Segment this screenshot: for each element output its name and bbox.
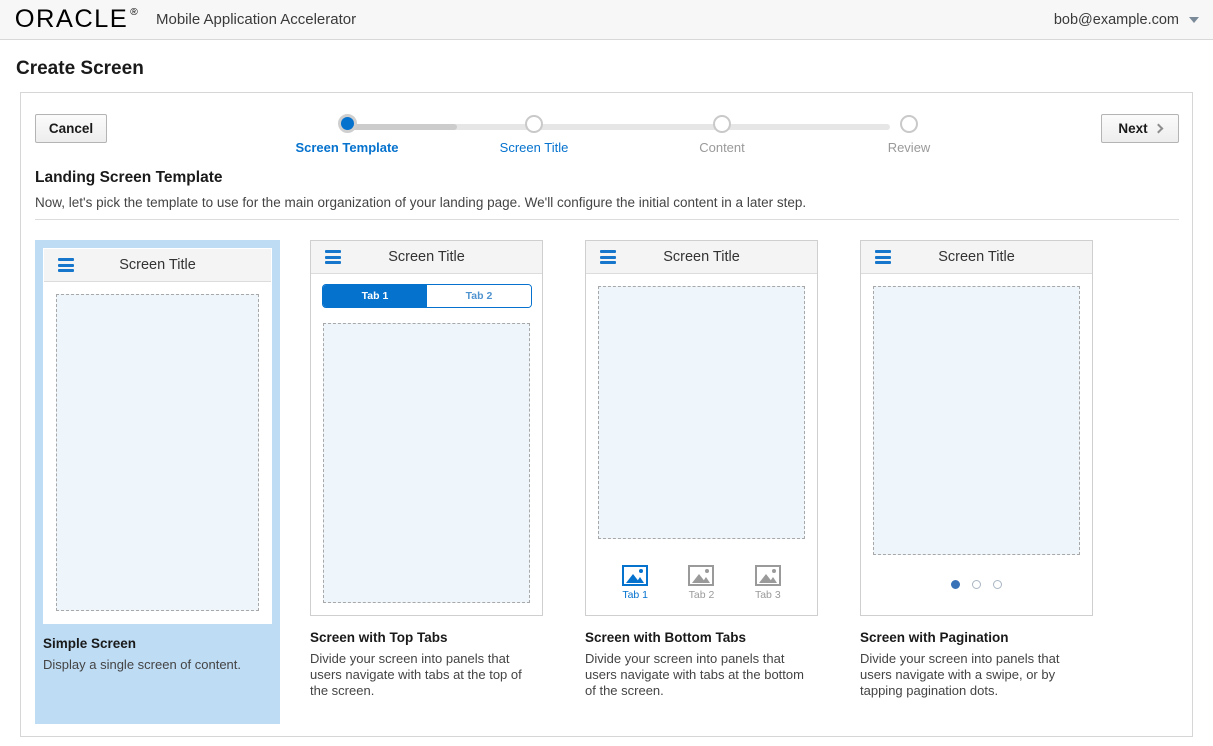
hamburger-icon <box>58 258 74 272</box>
preview-bottom-tab: Tab 2 <box>673 565 729 601</box>
card-description: Divide your screen into panels that user… <box>310 651 522 698</box>
chevron-down-icon[interactable] <box>1189 16 1199 23</box>
step-content: Content <box>662 113 782 155</box>
preview-tab: Tab 2 <box>427 285 531 307</box>
step-dot-icon <box>337 114 357 133</box>
step-label: Content <box>699 140 745 155</box>
card-title: Screen with Bottom Tabs <box>585 630 747 645</box>
card-description: Divide your screen into panels that user… <box>860 651 1060 698</box>
user-menu[interactable]: bob@example.com <box>1054 12 1199 28</box>
preview-tab: Tab 1 <box>323 285 427 307</box>
preview-bottom-tab: Tab 3 <box>740 565 796 601</box>
hamburger-icon <box>600 250 616 264</box>
preview-screen-title: Screen Title <box>938 249 1015 265</box>
template-preview: Screen Title Tab 1 Tab 2 <box>310 240 543 616</box>
template-card-grid: Screen Title Simple Screen Display a sin… <box>35 240 1180 724</box>
preview-screen-title: Screen Title <box>119 257 196 273</box>
template-card-top-tabs[interactable]: Screen Title Tab 1 Tab 2 Screen with Top… <box>310 240 555 724</box>
step-review: Review <box>849 113 969 155</box>
oracle-logo-text: ORACLE <box>14 5 129 33</box>
preview-bottom-tab: Tab 1 <box>607 565 663 601</box>
template-card-simple-screen[interactable]: Screen Title Simple Screen Display a sin… <box>35 240 280 724</box>
preview-top-tab-bar: Tab 1 Tab 2 <box>322 284 532 308</box>
wizard-stepper: Screen Template Screen Title Content Rev… <box>295 113 930 159</box>
hamburger-icon <box>325 250 341 264</box>
step-screen-title[interactable]: Screen Title <box>474 113 594 155</box>
section-divider <box>35 219 1179 220</box>
preview-content-placeholder <box>56 294 259 611</box>
next-button-label: Next <box>1118 121 1148 136</box>
step-label: Screen Title <box>499 140 569 155</box>
top-bar: ORACLE ® Mobile Application Accelerator b… <box>0 0 1213 40</box>
cancel-button[interactable]: Cancel <box>35 114 107 143</box>
step-label: Review <box>887 140 931 155</box>
step-dot-icon <box>900 115 918 133</box>
step-screen-template[interactable]: Screen Template <box>287 113 407 155</box>
preview-header-bar: Screen Title <box>311 241 542 274</box>
template-preview: Screen Title Tab 1 Tab 2 <box>585 240 818 616</box>
preview-header-bar: Screen Title <box>44 249 271 282</box>
template-card-bottom-tabs[interactable]: Screen Title Tab 1 Tab 2 Tab 3 Screen wi… <box>585 240 830 724</box>
template-preview: Screen Title <box>860 240 1093 616</box>
card-title: Screen with Pagination <box>860 630 1009 645</box>
user-email-label: bob@example.com <box>1053 11 1179 28</box>
step-dot-icon <box>713 115 731 133</box>
section-heading: Landing Screen Template <box>35 169 223 186</box>
preview-bottom-tab-label: Tab 2 <box>688 589 715 601</box>
preview-content-placeholder <box>323 323 530 603</box>
registered-mark-icon: ® <box>130 7 140 18</box>
image-icon <box>622 565 649 586</box>
image-icon <box>754 565 781 586</box>
cancel-button-label: Cancel <box>48 121 94 136</box>
step-dot-icon <box>525 115 543 133</box>
pagination-dot <box>972 580 981 589</box>
preview-bottom-tab-label: Tab 3 <box>754 589 781 601</box>
preview-header-bar: Screen Title <box>586 241 817 274</box>
template-preview: Screen Title <box>43 248 272 624</box>
card-description: Divide your screen into panels that user… <box>585 651 804 698</box>
image-icon <box>688 565 715 586</box>
card-description: Display a single screen of content. <box>43 657 241 672</box>
preview-content-placeholder <box>873 286 1080 555</box>
pagination-dot <box>993 580 1002 589</box>
preview-screen-title: Screen Title <box>388 249 465 265</box>
step-label: Screen Template <box>295 140 399 155</box>
card-title: Screen with Top Tabs <box>310 630 448 645</box>
template-card-pagination[interactable]: Screen Title Screen with Pagination Divi… <box>860 240 1105 724</box>
preview-screen-title: Screen Title <box>663 249 740 265</box>
oracle-logo: ORACLE ® <box>15 7 139 32</box>
page-title: Create Screen <box>16 58 144 79</box>
app-name: Mobile Application Accelerator <box>156 11 357 28</box>
card-title: Simple Screen <box>43 636 137 651</box>
create-screen-panel: Cancel Next Screen Template Screen Title… <box>20 92 1193 737</box>
preview-bottom-tab-label: Tab 1 <box>622 589 648 601</box>
preview-header-bar: Screen Title <box>861 241 1092 274</box>
preview-bottom-tab-bar: Tab 1 Tab 2 Tab 3 <box>586 565 817 601</box>
preview-content-placeholder <box>598 286 805 539</box>
preview-pagination-dots <box>861 580 1092 589</box>
chevron-right-icon <box>1153 123 1164 134</box>
hamburger-icon <box>875 250 891 264</box>
section-description: Now, let's pick the template to use for … <box>35 195 807 210</box>
next-button[interactable]: Next <box>1101 114 1179 143</box>
pagination-dot <box>951 580 960 589</box>
